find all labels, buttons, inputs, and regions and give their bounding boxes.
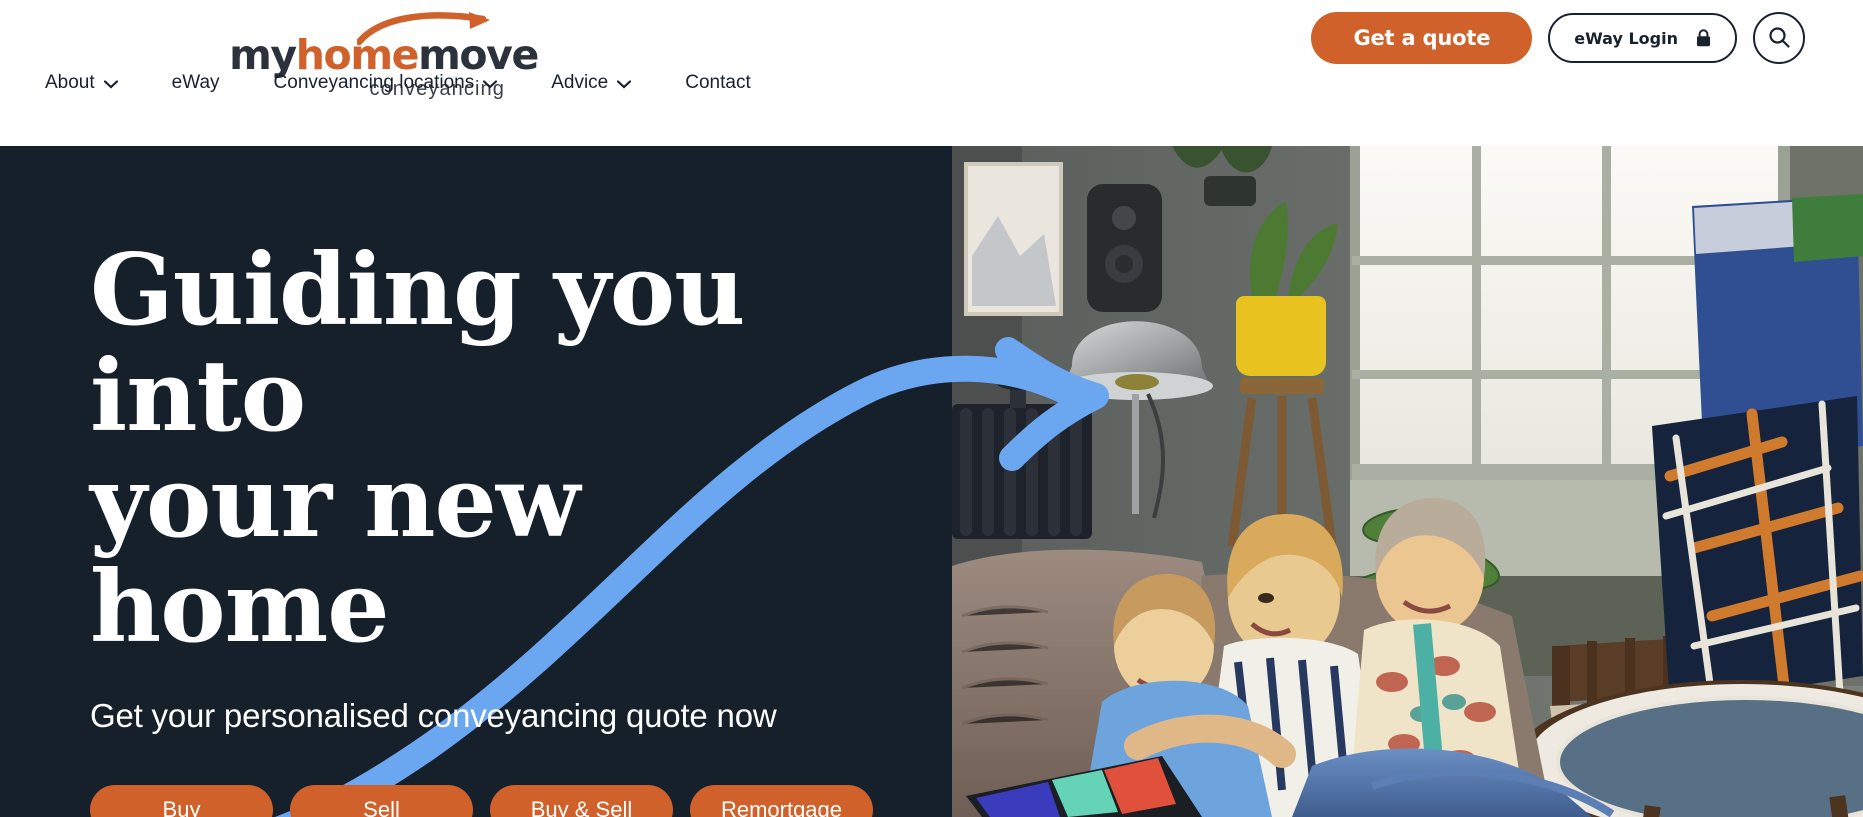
nav-label-eway: eWay [171, 72, 220, 93]
search-button[interactable] [1753, 12, 1805, 64]
hero-photo [952, 146, 1863, 817]
nav-item-contact[interactable]: Contact [685, 72, 750, 94]
nav-label-conveyancing-locations: Conveyancing locations [273, 72, 475, 93]
nav-label-about: About [45, 72, 95, 93]
nav-item-about[interactable]: About [45, 72, 145, 94]
eway-login-button[interactable]: eWay Login [1548, 13, 1737, 63]
hero-button-remortgage[interactable]: Remortgage [690, 785, 873, 817]
chevron-down-icon [617, 79, 632, 89]
hero-title-line2: your new home [90, 444, 580, 666]
eway-login-label: eWay Login [1574, 28, 1678, 48]
page-root: myhomemove conveyancing Get a quote eWay… [0, 0, 1863, 817]
nav-label-contact: Contact [685, 72, 751, 93]
logo-arrow-icon [357, 12, 490, 46]
main-navigation: About eWay Conveyancing locations Advice [45, 72, 751, 103]
search-icon [1767, 25, 1791, 52]
nav-item-advice[interactable]: Advice [551, 72, 658, 94]
lock-icon [1696, 29, 1711, 47]
hero-button-buy-and-sell[interactable]: Buy & Sell [490, 785, 673, 817]
chevron-down-icon [103, 79, 118, 89]
chevron-down-icon [483, 79, 498, 89]
hero-cta-group: Buy Sell Buy & Sell Remortgage [90, 785, 910, 817]
nav-label-advice: Advice [551, 72, 609, 93]
header-actions: Get a quote eWay Login [1311, 12, 1805, 64]
site-header: myhomemove conveyancing Get a quote eWay… [0, 0, 1863, 104]
hero-button-buy[interactable]: Buy [90, 785, 273, 817]
hero-section: Guiding you into your new home Get your … [0, 146, 1863, 817]
hero-button-sell[interactable]: Sell [290, 785, 473, 817]
nav-item-conveyancing-locations[interactable]: Conveyancing locations [274, 72, 525, 94]
hero-content: Guiding you into your new home Get your … [90, 238, 910, 817]
hero-title: Guiding you into your new home [90, 238, 880, 661]
get-a-quote-button[interactable]: Get a quote [1311, 12, 1533, 64]
nav-item-eway[interactable]: eWay [172, 72, 247, 94]
hero-subtitle: Get your personalised conveyancing quote… [90, 697, 777, 735]
hero-title-line1: Guiding you into [90, 233, 745, 454]
